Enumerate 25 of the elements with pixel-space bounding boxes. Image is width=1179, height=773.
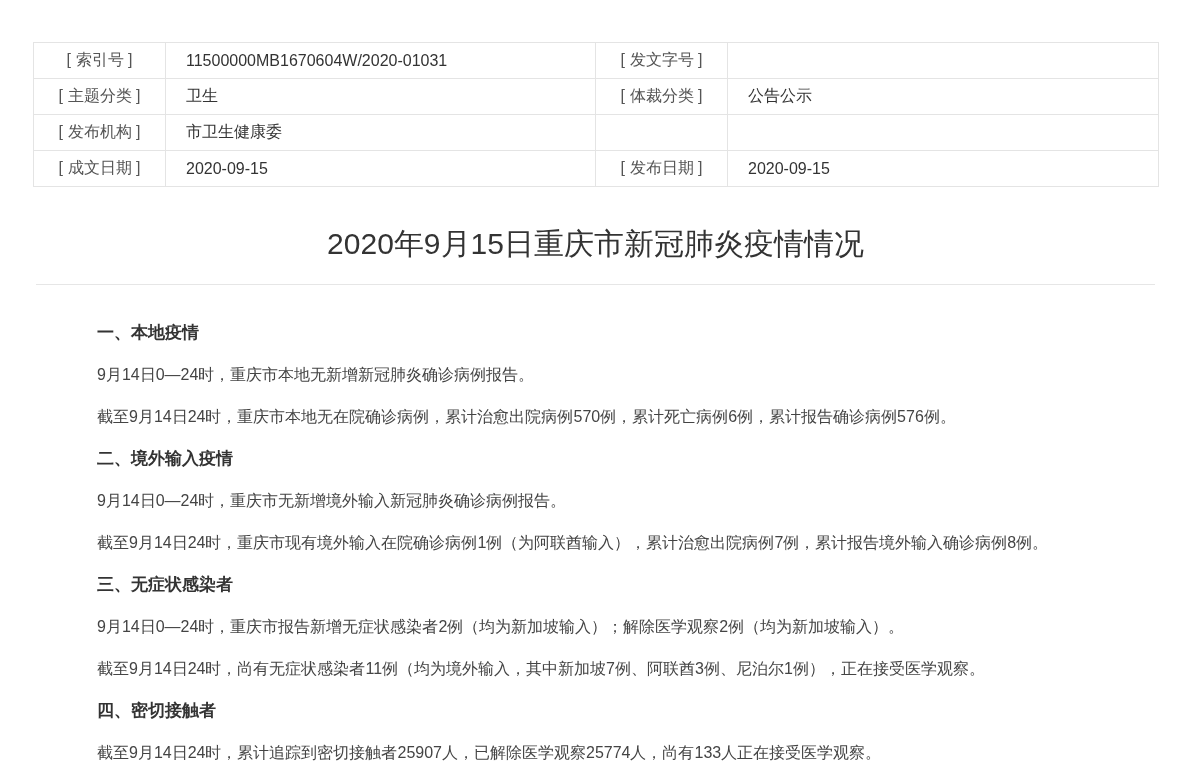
field-label: [ 索引号 ] — [33, 42, 166, 79]
field-value: 公告公示 — [727, 78, 1159, 115]
paragraph: 9月14日0—24时，重庆市报告新增无症状感染者2例（均为新加坡输入）；解除医学观察2例（均为新加坡输入）。 — [97, 617, 906, 637]
section-heading: 一、本地疫情 — [97, 322, 200, 344]
document-title: 2020年9月15日重庆市新冠肺炎疫情情况 — [326, 226, 865, 262]
section-heading: 二、境外输入疫情 — [97, 448, 234, 470]
field-label: [ 发布日期 ] — [595, 150, 728, 187]
paragraph: 截至9月14日24时，尚有无症状感染者11例（均为境外输入，其中新加坡7例、阿联酋3例、尼泊尔1例），正在接受医学观察。 — [97, 659, 986, 679]
paragraph: 截至9月14日24时，累计追踪到密切接触者25907人，已解除医学观察25774人，尚有133人正在接受医学观察。 — [97, 743, 883, 763]
field-value: 市卫生健康委 — [165, 114, 596, 151]
paragraph: 9月14日0—24时，重庆市本地无新增新冠肺炎确诊病例报告。 — [97, 365, 536, 385]
field-label: [ 发文字号 ] — [595, 42, 728, 79]
field-value: 2020-09-15 — [727, 150, 1159, 187]
field-value: 2020-09-15 — [165, 150, 596, 187]
section-heading: 三、无症状感染者 — [97, 574, 234, 596]
paragraph: 截至9月14日24时，重庆市本地无在院确诊病例，累计治愈出院病例570例，累计死亡病例6例，累计报告确诊病例576例。 — [97, 407, 957, 427]
paragraph: 9月14日0—24时，重庆市无新增境外输入新冠肺炎确诊病例报告。 — [97, 491, 568, 511]
paragraph: 截至9月14日24时，重庆市现有境外输入在院确诊病例1例（为阿联酋输入），累计治愈出院病例7例，累计报告境外输入确诊病例8例。 — [97, 533, 1050, 553]
field-value: 11500000MB1670604W/2020-01031 — [165, 42, 596, 79]
field-label: [ 成文日期 ] — [33, 150, 166, 187]
field-value: 卫生 — [165, 78, 596, 115]
section-heading: 四、密切接触者 — [97, 700, 217, 722]
field-label: [ 发布机构 ] — [33, 114, 166, 151]
field-label: [ 主题分类 ] — [33, 78, 166, 115]
field-label: [ 体裁分类 ] — [595, 78, 728, 115]
